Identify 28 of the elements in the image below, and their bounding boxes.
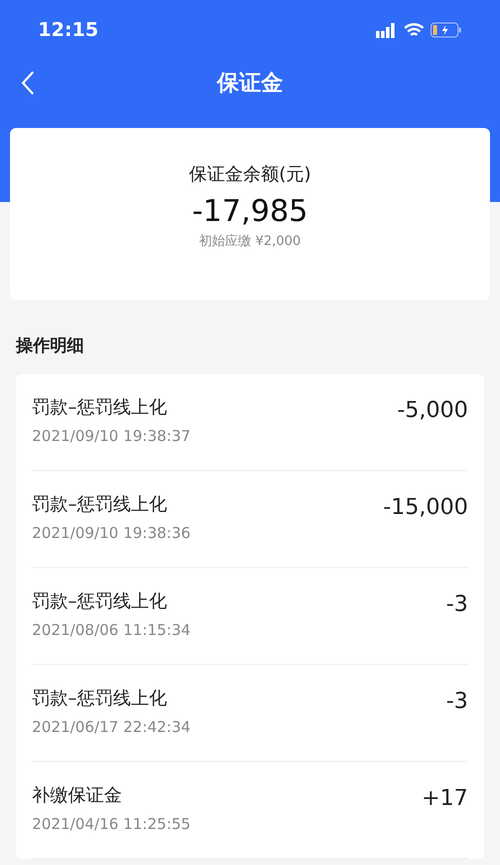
record-time: 2021/04/16 11:25:55 <box>32 814 191 834</box>
initial-deposit-note: 初始应缴 ¥2,000 <box>199 233 301 251</box>
record-row[interactable]: 罚款–惩罚线上化 2021/08/06 11:15:34 -3 <box>32 568 468 664</box>
record-row[interactable]: 罚款–惩罚线上化 2021/09/10 19:38:36 -15,000 <box>32 470 468 568</box>
section-title: 操作明细 <box>16 335 85 358</box>
record-amount: -3 <box>446 590 468 618</box>
record-row[interactable]: 罚款–惩罚线上化 2021/06/17 22:42:34 -3 <box>32 664 468 762</box>
balance-amount: -17,985 <box>192 193 308 231</box>
record-title: 罚款–惩罚线上化 <box>32 396 168 420</box>
wifi-icon <box>404 22 424 38</box>
record-amount: -15,000 <box>383 494 468 522</box>
status-time: 12:15 <box>38 18 98 43</box>
record-row[interactable]: 补缴保证金 2021/04/16 11:25:55 +17 <box>32 762 468 858</box>
record-title: 罚款–惩罚线上化 <box>32 590 168 614</box>
record-title: 罚款–惩罚线上化 <box>32 492 168 516</box>
balance-label: 保证金余额(元) <box>188 163 312 187</box>
record-time: 2021/08/06 11:15:34 <box>32 620 191 640</box>
record-time: 2021/09/10 19:38:36 <box>32 522 191 544</box>
record-amount: -3 <box>446 688 468 716</box>
record-title: 补缴保证金 <box>32 784 123 808</box>
page-title: 保证金 <box>217 70 283 98</box>
record-time: 2021/09/10 19:38:37 <box>32 426 191 446</box>
record-row[interactable]: 罚款–惩罚线上化 2021/09/10 19:38:37 -5,000 <box>32 374 468 470</box>
record-amount: +17 <box>422 784 468 812</box>
record-time: 2021/06/17 22:42:34 <box>32 716 191 738</box>
record-amount: -5,000 <box>397 396 468 424</box>
battery-icon <box>430 22 462 38</box>
record-title: 罚款–惩罚线上化 <box>32 686 168 710</box>
